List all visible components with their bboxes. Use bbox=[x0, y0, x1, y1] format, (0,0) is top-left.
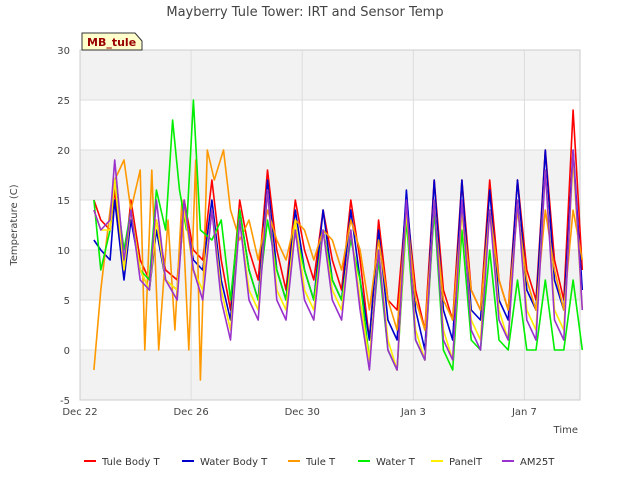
legend-item: AM25T bbox=[502, 457, 555, 468]
legend-label: PanelT bbox=[449, 457, 483, 468]
chart: -5 0 5 10 15 20 25 30 Dec 22 Dec 26 Dec 30 Jan 3 Ja… bbox=[9, 5, 584, 468]
y-tick-label: -5 bbox=[60, 396, 70, 407]
y-tick-labels: -5 0 5 10 15 20 25 30 bbox=[57, 46, 70, 407]
chart-title: Mayberry Tule Tower: IRT and Sensor Temp bbox=[166, 5, 443, 20]
legend-item: Tule T bbox=[288, 457, 336, 468]
y-tick-label: 20 bbox=[57, 146, 70, 157]
plot-band bbox=[80, 350, 580, 400]
legend-label: Tule Body T bbox=[101, 457, 160, 468]
y-tick-label: 10 bbox=[57, 246, 70, 257]
plot-band bbox=[80, 50, 580, 100]
x-tick-labels: Dec 22 Dec 26 Dec 30 Jan 3 Jan 7 bbox=[62, 407, 537, 418]
y-tick-label: 30 bbox=[57, 46, 70, 57]
legend-label: Water Body T bbox=[200, 457, 268, 468]
x-tick-label: Dec 30 bbox=[285, 407, 320, 418]
legend-item: Tule Body T bbox=[84, 457, 160, 468]
legend-item: PanelT bbox=[431, 457, 483, 468]
legend: Tule Body T Water Body T Tule T Water T Pane… bbox=[84, 457, 555, 468]
y-axis-label: Temperature (C) bbox=[9, 184, 20, 266]
y-tick-label: 0 bbox=[64, 346, 70, 357]
x-axis-label: Time bbox=[553, 425, 578, 436]
x-tick-label: Dec 26 bbox=[173, 407, 208, 418]
plot-band bbox=[80, 150, 580, 200]
y-tick-label: 25 bbox=[57, 96, 70, 107]
y-tick-label: 15 bbox=[57, 196, 70, 207]
x-tick-label: Dec 22 bbox=[62, 407, 97, 418]
site-annotation: MB_tule bbox=[81, 32, 143, 51]
legend-label: Water T bbox=[376, 457, 416, 468]
legend-label: Tule T bbox=[305, 457, 336, 468]
legend-item: Water T bbox=[358, 457, 416, 468]
x-tick-label: Jan 3 bbox=[400, 407, 426, 418]
annotation-label: MB_tule bbox=[87, 36, 136, 49]
series-lines bbox=[93, 99, 584, 381]
x-tick-label: Jan 7 bbox=[511, 407, 537, 418]
legend-label: AM25T bbox=[520, 457, 555, 468]
y-tick-label: 5 bbox=[64, 296, 70, 307]
legend-item: Water Body T bbox=[182, 457, 268, 468]
